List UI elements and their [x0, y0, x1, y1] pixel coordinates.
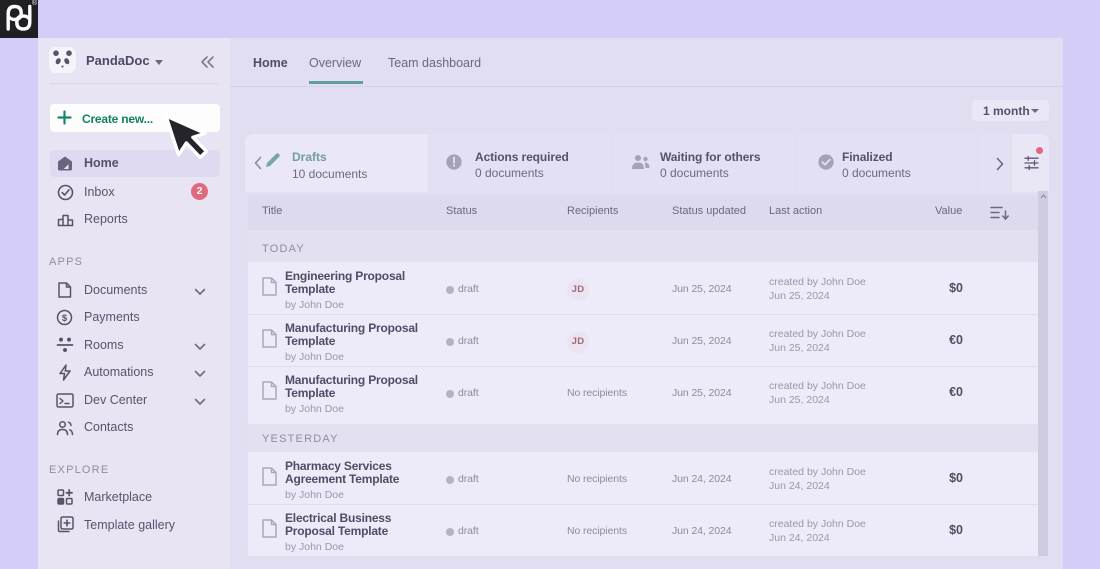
svg-text:$: $ — [62, 313, 68, 324]
